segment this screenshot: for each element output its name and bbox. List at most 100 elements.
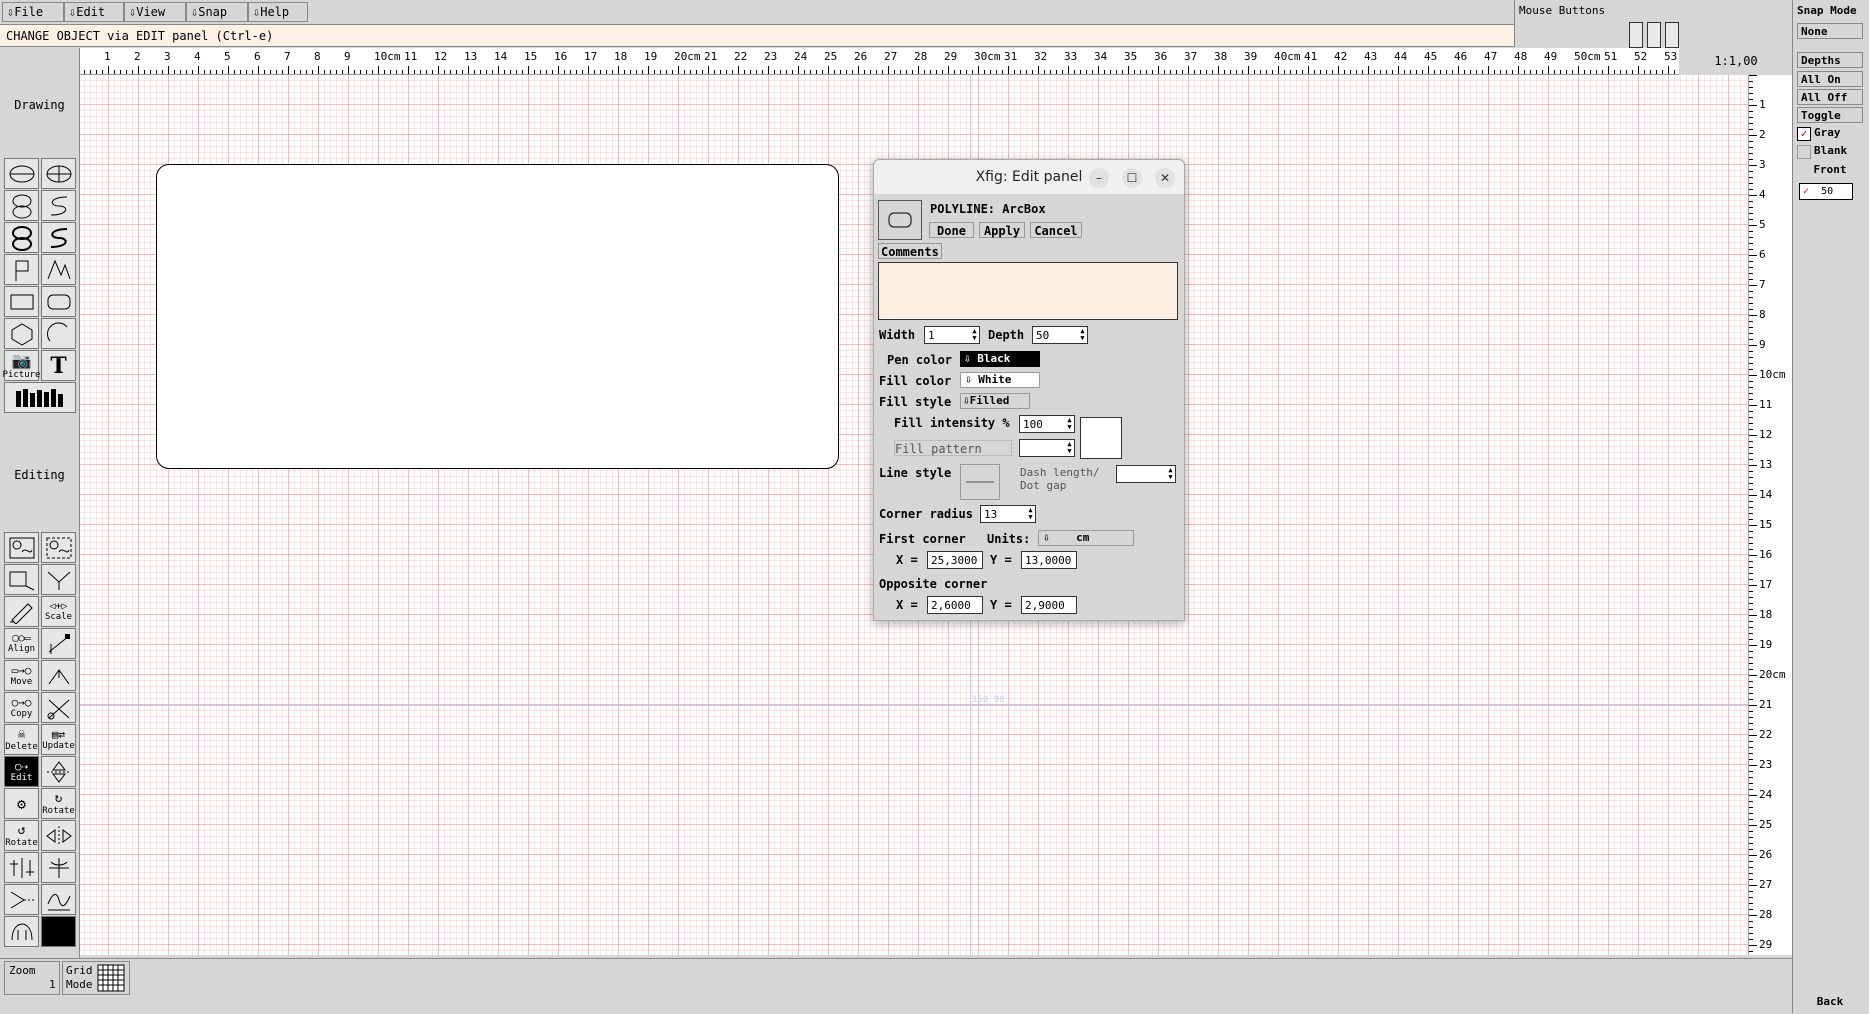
flip-tool[interactable] bbox=[4, 852, 39, 883]
width-input[interactable]: 1 ▲ ▼ bbox=[924, 326, 980, 344]
library-tool[interactable] bbox=[4, 382, 76, 413]
rotate-ccw-tool[interactable]: ↺ Rotate bbox=[4, 820, 39, 851]
delete-tool[interactable]: ☠ Delete bbox=[4, 724, 39, 755]
v-ruler-mark bbox=[1749, 609, 1753, 610]
units-select[interactable]: ⇩ cm bbox=[1038, 530, 1134, 546]
update-tool[interactable]: ▤⇄ Update bbox=[41, 724, 76, 755]
snap-mode-select[interactable]: None bbox=[1797, 23, 1863, 39]
fill-color-button[interactable]: ⇩ White bbox=[960, 372, 1040, 388]
polygon-tool[interactable] bbox=[4, 254, 39, 285]
flip-vertical-tool[interactable] bbox=[41, 756, 76, 787]
mouse-left-button-icon bbox=[1629, 22, 1643, 48]
box-tool[interactable] bbox=[4, 286, 39, 317]
flip-horizontal-tool[interactable] bbox=[41, 820, 76, 851]
spinner-icon[interactable]: ▲ ▼ bbox=[1167, 467, 1174, 481]
gray-checkbox-check-icon[interactable]: ✓ bbox=[1797, 127, 1811, 141]
move-point-tool[interactable] bbox=[41, 628, 76, 659]
h-ruler-mark bbox=[558, 66, 559, 74]
picture-tool[interactable]: 📷 Picture bbox=[3, 350, 40, 381]
fill-pattern-input[interactable]: ▲ ▼ bbox=[1019, 439, 1075, 457]
first-y-input[interactable]: 13,0000 bbox=[1021, 551, 1077, 569]
add-delete-points-tool[interactable] bbox=[4, 596, 39, 627]
menu-help[interactable]: ⇩ Help bbox=[248, 2, 308, 22]
done-button[interactable]: Done bbox=[929, 222, 974, 238]
smooth-tool[interactable] bbox=[41, 884, 76, 915]
minimize-icon[interactable]: – bbox=[1089, 168, 1109, 188]
move-tool[interactable]: ▭→○ Move bbox=[4, 660, 39, 691]
menu-view[interactable]: ⇩ View bbox=[124, 2, 186, 22]
all-off-button[interactable]: All Off bbox=[1797, 89, 1863, 105]
move-point2-tool[interactable] bbox=[41, 660, 76, 691]
line-style-button[interactable] bbox=[960, 464, 1000, 500]
spinner-icon[interactable]: ▲ ▼ bbox=[971, 328, 978, 342]
fill-intensity-input[interactable]: 100 ▲ ▼ bbox=[1019, 415, 1075, 433]
depth-input[interactable]: 50 ▲ ▼ bbox=[1032, 326, 1088, 344]
text-tool[interactable]: T bbox=[41, 350, 76, 381]
closed-interp-spline-tool[interactable] bbox=[4, 222, 39, 253]
v-ruler-tick: 25 bbox=[1759, 818, 1773, 831]
zoom-control[interactable]: Zoom 1 bbox=[4, 961, 60, 995]
open-compound-tool[interactable] bbox=[4, 564, 39, 595]
arc-tool[interactable] bbox=[41, 318, 76, 349]
spinner-icon[interactable]: ▲ ▼ bbox=[1079, 328, 1086, 342]
dash-length-input[interactable]: ▲ ▼ bbox=[1116, 465, 1176, 483]
pen-color-button[interactable]: ⇩ Black bbox=[960, 351, 1040, 367]
opposite-y-input[interactable]: 2,9000 bbox=[1021, 596, 1077, 614]
h-ruler-mark bbox=[1200, 70, 1201, 74]
h-ruler-mark bbox=[1080, 70, 1081, 74]
fill-style-button[interactable]: ⇩Filled bbox=[960, 393, 1030, 409]
opposite-x-input[interactable]: 2,6000 bbox=[927, 596, 983, 614]
scale-tool[interactable]: ◁+▷ Scale bbox=[41, 596, 76, 627]
corner-radius-input[interactable]: 13 ▲ ▼ bbox=[980, 505, 1036, 523]
apply-button[interactable]: Apply bbox=[979, 222, 1025, 238]
anchor-tool[interactable] bbox=[41, 852, 76, 883]
blank-checkbox[interactable] bbox=[1797, 145, 1811, 159]
h-ruler-tick: 15 bbox=[524, 50, 538, 63]
horizontal-ruler[interactable]: 1 2 3 4 5 6 7 8 9 10cm 11 12 13 14 15 16 17 18 19 20cm 21 22 2… bbox=[79, 48, 1679, 75]
maximize-icon[interactable]: ☐ bbox=[1122, 168, 1142, 188]
copy-tool[interactable]: ○→○ Copy bbox=[4, 692, 39, 723]
glue-tool[interactable]: ⚙ bbox=[4, 788, 39, 819]
closed-spline-tool[interactable] bbox=[4, 190, 39, 221]
tangent-tool[interactable] bbox=[4, 916, 39, 947]
align-tool[interactable]: ▢○▭ Align bbox=[4, 628, 39, 659]
v-ruler-mark bbox=[1749, 603, 1753, 604]
close-icon[interactable]: ✕ bbox=[1155, 168, 1175, 188]
open-interp-spline-tool[interactable] bbox=[41, 222, 76, 253]
arc-box-object[interactable] bbox=[156, 164, 839, 469]
grid-mode-control[interactable]: Grid Mode bbox=[62, 961, 130, 995]
join-split-tool[interactable] bbox=[41, 564, 76, 595]
h-ruler-mark bbox=[1626, 70, 1627, 74]
h-ruler-mark bbox=[1428, 66, 1429, 74]
front-label: Front bbox=[1813, 163, 1847, 176]
menu-file[interactable]: ⇩ File bbox=[2, 2, 64, 22]
depth-layer-50[interactable]: ✓ 50 bbox=[1799, 183, 1853, 200]
spinner-icon[interactable]: ▲ ▼ bbox=[1066, 417, 1073, 431]
first-x-input[interactable]: 25,3000 bbox=[927, 551, 983, 569]
break-compound-tool[interactable] bbox=[41, 532, 76, 563]
color-indicator[interactable] bbox=[41, 916, 76, 947]
polyline-tool[interactable] bbox=[41, 254, 76, 285]
edit-tool[interactable]: ○⇢ Edit bbox=[4, 756, 39, 787]
delete-point-tool[interactable] bbox=[41, 692, 76, 723]
cancel-button[interactable]: Cancel bbox=[1030, 222, 1082, 238]
toggle-button[interactable]: Toggle bbox=[1797, 107, 1863, 123]
object-type-icon bbox=[878, 200, 922, 240]
regular-polygon-tool[interactable] bbox=[4, 318, 39, 349]
spinner-icon[interactable]: ▲ ▼ bbox=[1027, 507, 1034, 521]
vertical-ruler[interactable]: 1 2 3 4 5 6 7 8 9 10cm 11 12 13 14 15 16 17 18 19 20cm 21 22 2… bbox=[1748, 75, 1793, 955]
convert-tool[interactable] bbox=[4, 884, 39, 915]
menu-edit[interactable]: ⇩ Edit bbox=[64, 2, 124, 22]
h-ruler-mark bbox=[1332, 70, 1333, 74]
comments-textarea[interactable] bbox=[878, 262, 1178, 320]
open-spline-tool[interactable] bbox=[41, 190, 76, 221]
compound-tool[interactable] bbox=[4, 532, 39, 563]
arc-box-tool[interactable] bbox=[41, 286, 76, 317]
all-on-button[interactable]: All On bbox=[1797, 71, 1863, 87]
spinner-icon[interactable]: ▲ ▼ bbox=[1066, 441, 1073, 455]
v-ruler-mark bbox=[1749, 561, 1753, 562]
circle-diameter-tool[interactable] bbox=[41, 158, 76, 189]
menu-snap[interactable]: ⇩ Snap bbox=[186, 2, 248, 22]
circle-radius-tool[interactable] bbox=[4, 158, 39, 189]
rotate-cw-tool[interactable]: ↻ Rotate bbox=[41, 788, 76, 819]
